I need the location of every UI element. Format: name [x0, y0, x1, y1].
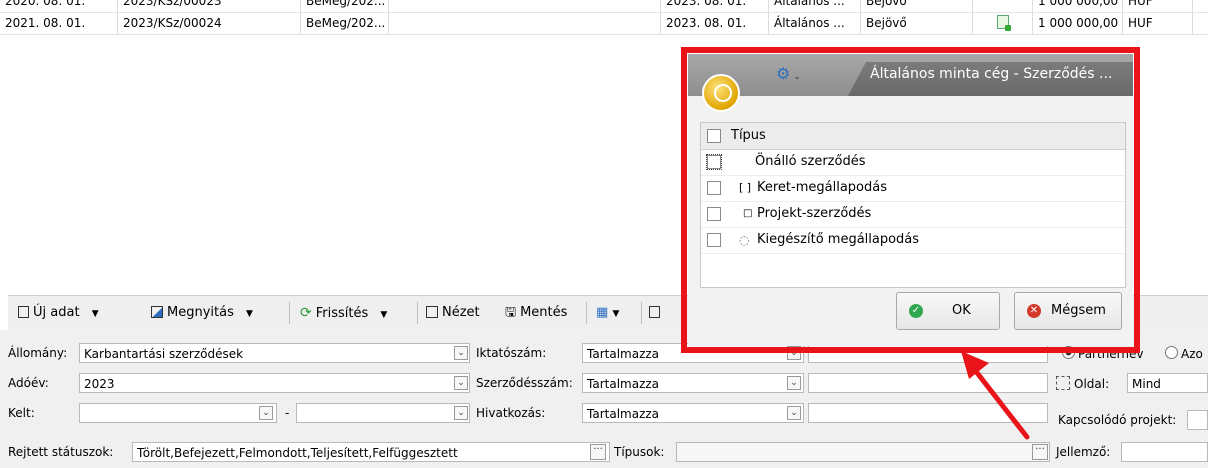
table-cell: 2023. 08. 01. — [661, 12, 769, 34]
annotation-arrow-icon — [961, 351, 1030, 440]
szerzodes-value: Tartalmazza — [587, 377, 660, 391]
chevron-down-icon: ▼ — [612, 309, 620, 319]
open-edit-icon — [151, 306, 163, 318]
chevron-down-icon[interactable]: ⌄ — [454, 346, 468, 360]
refresh-button[interactable]: ⟳ Frissítés ▼ — [300, 296, 387, 330]
azo-label: Azo — [1181, 347, 1203, 361]
table-cell: 2021. 08. 01. — [0, 12, 118, 34]
new-document-icon — [18, 306, 29, 318]
kelt-from-input[interactable] — [79, 403, 277, 423]
table-cell — [973, 12, 1033, 34]
table-cell: Bejövő — [861, 0, 973, 12]
szerzodes-label: Szerződésszám: — [476, 376, 573, 390]
kapcs-input[interactable] — [1187, 410, 1208, 430]
table-cell: BeMeg/202... — [301, 12, 389, 34]
chevron-down-icon[interactable]: ⌄ — [787, 376, 801, 390]
table-cell: Bejövő — [861, 12, 973, 34]
oldal-label-group: Oldal: — [1056, 376, 1109, 391]
table-cell: 2023/KSz/00023 — [118, 0, 301, 12]
kelt-to-input[interactable] — [296, 403, 470, 423]
table-row[interactable]: 2021. 08. 01. 2023/KSz/00024 BeMeg/202..… — [0, 12, 1208, 35]
chevron-down-icon[interactable]: ⌄ — [787, 406, 801, 420]
chevron-down-icon: ▼ — [246, 309, 253, 319]
allomany-label: Állomány: — [8, 346, 68, 360]
table-cell: 1 000 000,00 — [1033, 12, 1123, 34]
table-cell: HUF — [1123, 12, 1193, 34]
radio-icon — [1165, 346, 1178, 359]
table-cell — [389, 0, 661, 12]
view-button[interactable]: Nézet — [426, 296, 480, 330]
iktato-label: Iktatószám: — [476, 346, 547, 360]
adoev-value: 2023 — [84, 377, 115, 391]
chevron-down-icon[interactable]: ⌄ — [259, 406, 273, 420]
export-button[interactable] — [649, 296, 664, 330]
chevron-down-icon[interactable]: ⌄ — [454, 376, 468, 390]
chevron-down-icon[interactable]: ⌄ — [454, 406, 468, 420]
jellemzo-input[interactable] — [1121, 442, 1208, 462]
toolbar-separator — [586, 302, 587, 324]
adoev-select[interactable]: 2023 — [79, 373, 470, 393]
filter-grid-icon: ▦ — [596, 305, 609, 320]
open-label: Megnyitás — [167, 305, 234, 320]
adoev-label: Adóév: — [8, 376, 49, 390]
chevron-down-icon: ▼ — [91, 309, 99, 319]
refresh-label: Frissítés — [315, 306, 369, 321]
chevron-down-icon: ▼ — [380, 310, 388, 320]
hivatkozas-select[interactable]: Tartalmazza — [582, 403, 804, 423]
rejtett-label: Rejtett státuszok: — [8, 445, 114, 459]
view-icon — [426, 306, 438, 318]
table-cell: 2023. 08. 01. — [661, 0, 769, 12]
rejtett-value: Törölt,Befejezett,Felmondott,Teljesített… — [137, 446, 458, 460]
refresh-icon: ⟳ — [300, 305, 312, 321]
save-icon: 🖫 — [505, 305, 517, 320]
table-cell: BeMeg/202... — [301, 0, 389, 12]
open-button[interactable]: Megnyitás ▼ — [151, 296, 253, 330]
toolbar-separator — [641, 302, 642, 324]
kelt-separator: - — [285, 406, 290, 420]
table-cell: Általános ... — [769, 12, 861, 34]
ellipsis-button[interactable]: ··· — [1032, 444, 1048, 460]
new-button[interactable]: Új adat ▼ — [18, 296, 99, 330]
save-button[interactable]: 🖫 Mentés — [505, 296, 567, 330]
iktato-value: Tartalmazza — [587, 347, 660, 361]
export-icon — [649, 306, 660, 318]
document-check-icon — [996, 15, 1011, 31]
oldal-select[interactable]: Mind — [1127, 373, 1208, 393]
oldal-label: Oldal: — [1074, 377, 1110, 391]
table-cell — [389, 12, 661, 34]
kapcs-label: Kapcsolódó projekt: — [1058, 413, 1177, 427]
table-cell: Általános ... — [769, 0, 861, 12]
view-label: Nézet — [442, 305, 480, 320]
table-cell: 2023/KSz/00024 — [118, 12, 301, 34]
table-cell: 2020. 08. 01. — [0, 0, 118, 12]
toolbar-separator — [289, 302, 290, 324]
oldal-value: Mind — [1132, 377, 1161, 391]
tipusok-input[interactable] — [676, 442, 1050, 462]
filter-view-button[interactable]: ▦ ▼ — [596, 296, 619, 330]
highlight-frame — [681, 47, 1140, 353]
table-cell — [973, 0, 1033, 12]
kelt-label: Kelt: — [8, 406, 35, 420]
page-range-icon — [1056, 376, 1070, 390]
hivatkozas-value: Tartalmazza — [587, 407, 660, 421]
hivatkozas-label: Hivatkozás: — [476, 406, 546, 420]
jellemzo-label: Jellemző: — [1056, 445, 1111, 459]
save-label: Mentés — [520, 305, 568, 320]
allomany-value: Karbantartási szerződések — [84, 347, 244, 361]
rejtett-input[interactable]: Törölt,Befejezett,Felmondott,Teljesített… — [132, 442, 610, 462]
azo-radio[interactable]: Azo — [1165, 346, 1203, 361]
tipusok-label: Típusok: — [614, 445, 665, 459]
table-cell: HUF — [1123, 0, 1193, 12]
allomany-select[interactable]: Karbantartási szerződések — [79, 343, 470, 363]
new-label: Új adat — [33, 305, 80, 320]
ellipsis-button[interactable]: ··· — [590, 444, 606, 460]
table-cell: 1 000 000,00 — [1033, 0, 1123, 12]
toolbar-separator — [417, 302, 418, 324]
szerzodes-select[interactable]: Tartalmazza — [582, 373, 804, 393]
